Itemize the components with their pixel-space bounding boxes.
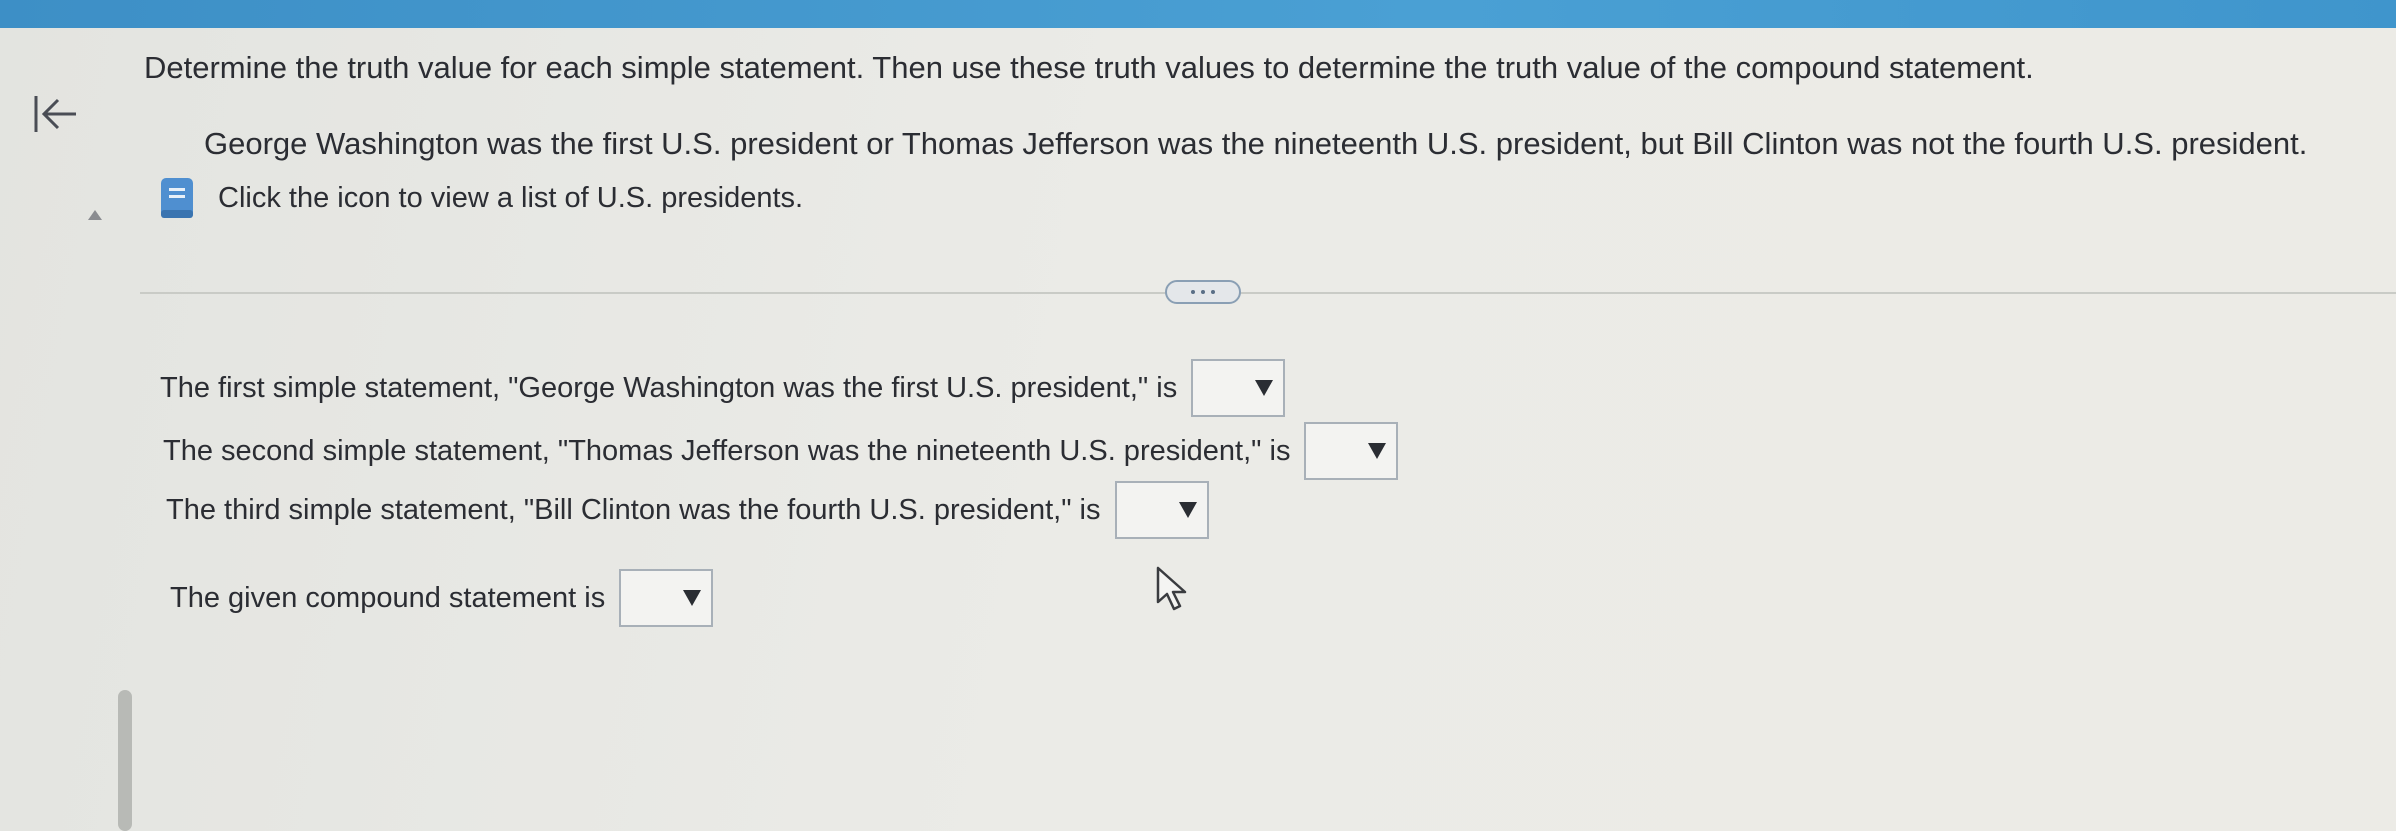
dropdown-arrow-icon bbox=[1368, 443, 1387, 459]
question-row-1: The first simple statement, "George Wash… bbox=[160, 359, 1286, 417]
scrollbar[interactable] bbox=[118, 690, 132, 831]
truth-value-dropdown-2[interactable] bbox=[1304, 422, 1399, 480]
truth-value-dropdown-1[interactable] bbox=[1191, 359, 1286, 417]
help-row: Click the icon to view a list of U.S. pr… bbox=[158, 176, 803, 220]
dot-icon bbox=[1211, 290, 1215, 294]
dropdown-arrow-icon bbox=[1255, 380, 1274, 396]
back-arrow-icon[interactable] bbox=[30, 88, 82, 140]
divider bbox=[140, 292, 2396, 294]
dot-icon bbox=[1191, 290, 1195, 294]
help-text: Click the icon to view a list of U.S. pr… bbox=[218, 181, 804, 214]
instructions-text: Determine the truth value for each simpl… bbox=[144, 50, 2034, 85]
question-label: The second simple statement, "Thomas Jef… bbox=[163, 434, 1291, 467]
question-label: The first simple statement, "George Wash… bbox=[160, 371, 1178, 404]
dropdown-arrow-icon bbox=[683, 590, 702, 606]
book-icon[interactable] bbox=[158, 176, 196, 220]
dot-icon bbox=[1201, 290, 1205, 294]
top-bar bbox=[0, 0, 2396, 28]
page: Determine the truth value for each simpl… bbox=[0, 0, 2396, 831]
question-row-3: The third simple statement, "Bill Clinto… bbox=[166, 481, 1209, 539]
compound-truth-dropdown[interactable] bbox=[619, 569, 714, 627]
compound-statement: George Washington was the first U.S. pre… bbox=[204, 126, 2308, 161]
expand-handle-button[interactable] bbox=[1165, 280, 1241, 304]
mouse-pointer-icon bbox=[1156, 566, 1187, 611]
question-row-2: The second simple statement, "Thomas Jef… bbox=[163, 422, 1399, 480]
question-label: The third simple statement, "Bill Clinto… bbox=[166, 493, 1101, 526]
dropdown-arrow-icon bbox=[1178, 502, 1197, 518]
question-label: The given compound statement is bbox=[170, 581, 606, 614]
truth-value-dropdown-3[interactable] bbox=[1114, 481, 1209, 539]
question-row-4: The given compound statement is bbox=[170, 569, 714, 627]
collapse-triangle-icon[interactable] bbox=[88, 210, 102, 220]
